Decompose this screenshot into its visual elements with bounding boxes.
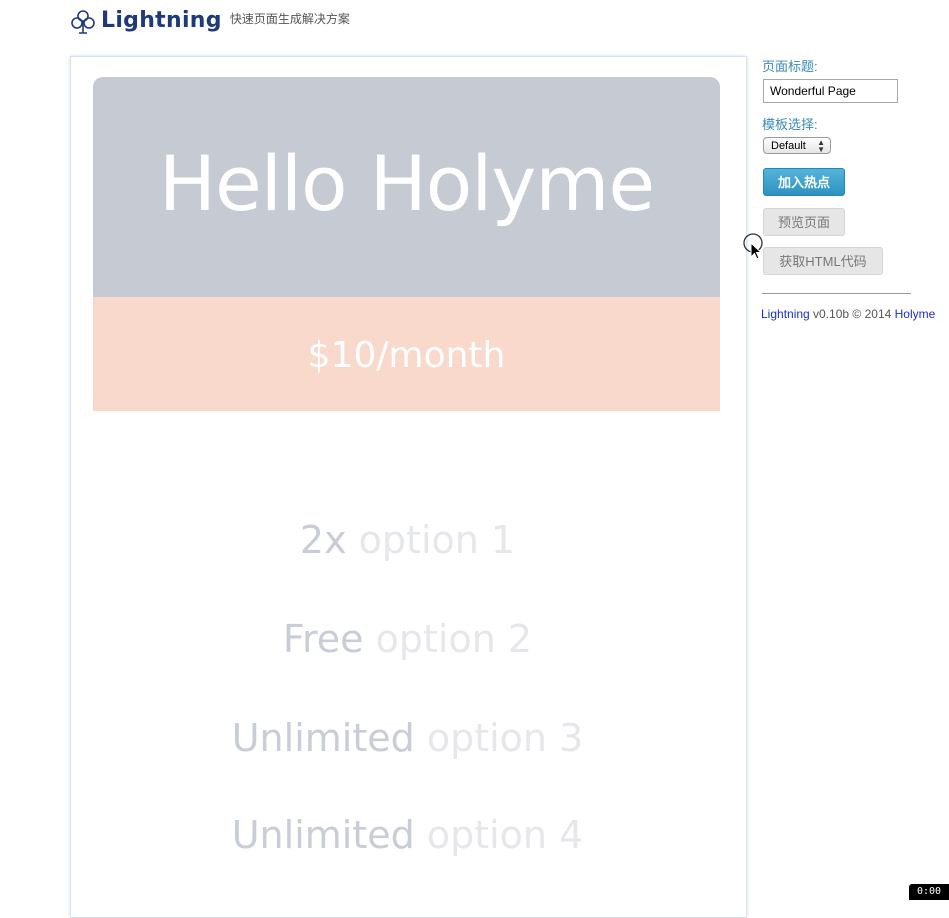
option-highlight: Free <box>282 617 364 661</box>
option-label: option 1 <box>358 518 516 562</box>
page-title-label: 页面标题: <box>762 59 818 74</box>
option-highlight: 2x <box>299 518 347 562</box>
option-item: 2x option 1 <box>71 517 744 563</box>
template-select-value: Default <box>771 140 806 152</box>
sidebar-divider <box>762 293 911 294</box>
price-text: $10/month <box>307 335 506 376</box>
page-title-input[interactable]: Wonderful Page <box>763 79 898 103</box>
author-link[interactable]: Holyme <box>895 307 936 321</box>
recording-timer: 0:00 <box>909 884 949 900</box>
app-tagline: 快速页面生成解决方案 <box>229 12 350 26</box>
add-hotspot-button[interactable]: 加入热点 <box>763 168 845 196</box>
hero-title: Hello Holyme <box>158 139 655 228</box>
footer-credits: Lightning v0.10b © 2014 Holyme <box>761 307 935 321</box>
template-label: 模板选择: <box>762 117 818 132</box>
get-html-button[interactable]: 获取HTML代码 <box>763 247 883 275</box>
page-canvas: Hello Holyme $10/month 2x option 1 Free … <box>70 56 747 918</box>
app-name: Lightning <box>101 8 222 33</box>
brand: Lightning 快速页面生成解决方案 <box>71 6 350 36</box>
option-highlight: Unlimited <box>231 813 415 857</box>
option-highlight: Unlimited <box>231 716 415 760</box>
version-text: v0.10b © 2014 <box>809 307 895 321</box>
option-label: option 3 <box>426 716 584 760</box>
price-block[interactable]: $10/month <box>93 297 720 411</box>
mouse-cursor-icon <box>743 233 763 260</box>
product-link[interactable]: Lightning <box>761 307 810 321</box>
select-arrows-icon: ▲ ▼ <box>817 138 825 154</box>
option-item: Unlimited option 4 <box>71 812 744 858</box>
option-item: Free option 2 <box>71 616 744 662</box>
option-label: option 2 <box>375 617 533 661</box>
hero-block[interactable]: Hello Holyme <box>93 77 720 297</box>
club-icon <box>71 10 95 34</box>
template-select[interactable]: Default ▲ ▼ <box>763 137 831 154</box>
preview-page-button[interactable]: 预览页面 <box>763 208 845 236</box>
option-item: Unlimited option 3 <box>71 715 744 761</box>
option-label: option 4 <box>426 813 584 857</box>
